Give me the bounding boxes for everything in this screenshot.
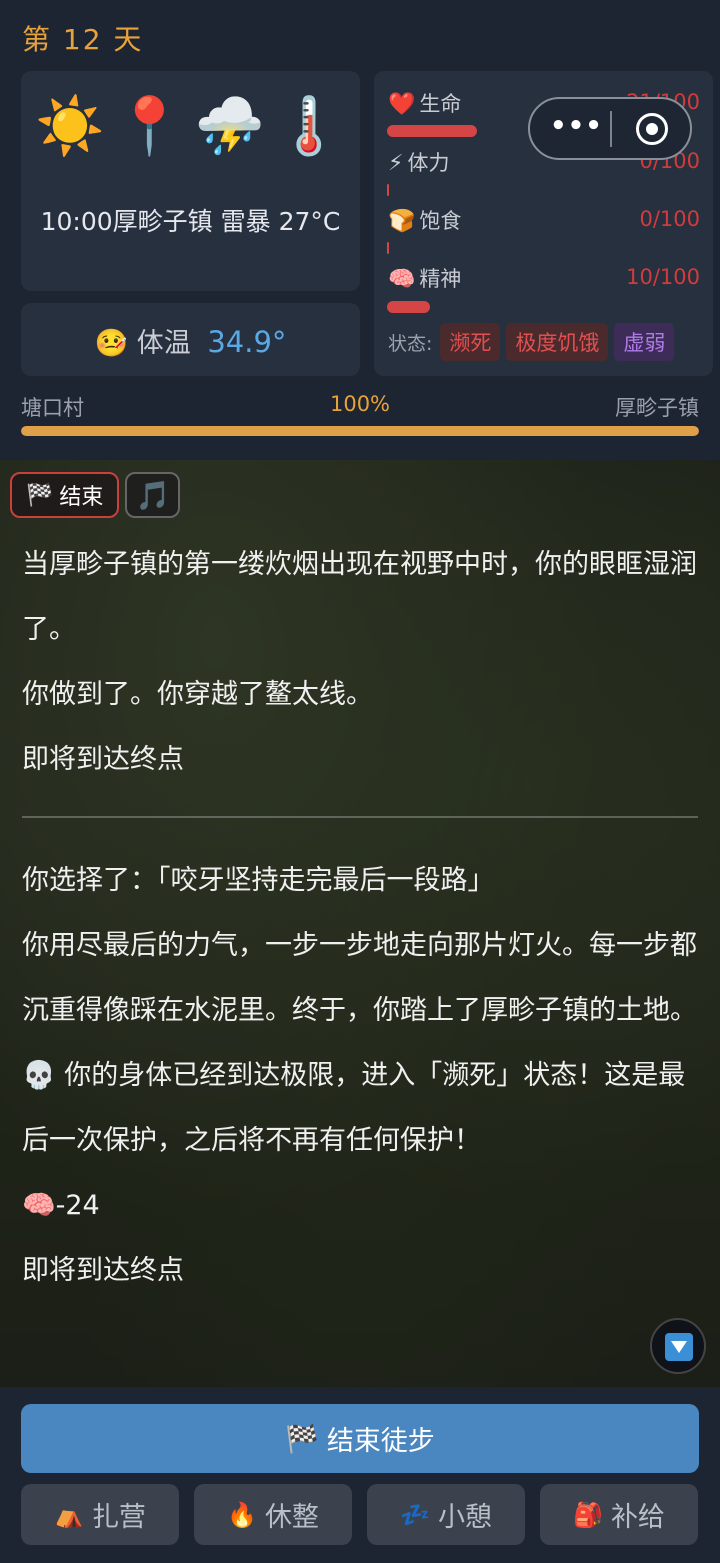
health-bar [387,125,477,137]
story-paragraph: 🧠-24 [22,1190,100,1221]
story-paragraph: 你用尽最后的力气，一步一步地走向那片灯火。每一步都沉重得像踩在水泥里。终于，你踏… [22,930,697,1026]
more-options-icon[interactable]: ••• [550,111,603,141]
story-paragraph: 你做到了。你穿越了鳌太线。 [22,679,373,710]
weather-condition: 雷暴 [220,207,271,236]
spirit-bar [387,301,430,313]
close-target-icon[interactable] [636,113,668,145]
stat-label: 精神 [419,267,462,291]
fire-icon: 🔥 [227,1500,257,1529]
story-paragraph: 即将到达终点 [22,744,184,775]
bread-icon: 🍞 [388,209,416,234]
tent-icon: ⛺ [54,1500,84,1529]
status-effects: 状态: 濒死 极度饥饿 虚弱 [388,323,675,361]
sun-icon: ☀️ [35,94,105,159]
thermometer-icon: 🌡️ [274,94,344,159]
status-label: 状态: [388,332,433,355]
camp-button[interactable]: ⛺ 扎营 [21,1484,179,1545]
route-progress-bar [21,426,699,436]
capsule-divider [610,111,612,147]
stat-value: 0/100 [639,207,700,231]
stat-label: 体力 [407,151,450,175]
stat-satiety: 🍞 饱食 0/100 [388,205,700,235]
end-chip-label: 结束 [59,485,104,510]
music-button[interactable]: 🎵 [125,472,181,518]
time-location: 10:00厚畛子镇 [40,207,213,236]
nap-label: 小憩 [437,1502,492,1533]
end-hike-button[interactable]: 🏁 结束徒步 [21,1404,699,1473]
status-header: 第 12 天 ☀️ 📍 ⛈️ 🌡️ 10:00厚畛子镇 雷暴 27°C 🤒 体温… [0,0,720,455]
thunderstorm-icon: ⛈️ [194,94,265,159]
checkered-flag-icon: 🏁 [26,482,54,508]
end-hike-label: 结束徒步 [326,1426,435,1457]
story-paragraph: 即将到达终点 [22,1255,184,1286]
story-paragraph: 当厚畛子镇的第一缕炊烟出现在视野中时，你的眼眶湿润了。 [22,549,697,645]
weather-info: 10:00厚畛子镇 雷暴 27°C [21,203,360,241]
heart-icon: ❤️ [388,92,416,117]
story-divider [22,816,698,818]
lightning-icon: ⚡ [388,151,404,176]
satiety-bar [387,242,389,254]
backpack-icon: 🎒 [573,1500,603,1529]
weather-card: ☀️ 📍 ⛈️ 🌡️ 10:00厚畛子镇 雷暴 27°C [21,71,360,291]
route-percent: 100% [329,392,391,416]
supply-button[interactable]: 🎒 补给 [540,1484,698,1545]
stat-spirit: 🧠 精神 10/100 [388,263,700,293]
stat-value: 10/100 [626,265,700,289]
story-paragraph: 💀 你的身体已经到达极限，进入「濒死」状态！这是最后一次保护，之后将不再有任何保… [22,1060,686,1156]
stamina-bar [387,184,389,196]
body-temp-value: 34.9° [207,325,287,359]
brain-icon: 🧠 [388,267,416,292]
feverish-face-icon: 🤒 [94,328,129,359]
temperature: 27°C [278,207,341,236]
rest-button[interactable]: 🔥 休整 [194,1484,352,1545]
rest-label: 休整 [264,1502,319,1533]
scroll-down-button[interactable] [650,1318,706,1374]
route-destination: 厚畛子镇 [615,396,699,420]
body-temperature-card: 🤒 体温 34.9° [21,303,360,376]
end-chip-button[interactable]: 🏁 结束 [10,472,120,518]
action-bar: 🏁 结束徒步 ⛺ 扎营 🔥 休整 💤 小憩 🎒 补给 [0,1387,720,1563]
down-arrow-icon [665,1333,693,1361]
checkered-flag-icon: 🏁 [285,1423,319,1455]
status-badge: 虚弱 [614,323,675,361]
miniprogram-capsule: ••• [528,97,692,160]
location-pin-icon: 📍 [114,94,185,159]
music-note-icon: 🎵 [135,478,171,512]
nap-button[interactable]: 💤 小憩 [367,1484,525,1545]
day-counter: 第 12 天 [22,23,144,56]
story-panel[interactable]: 🏁 结束 🎵 当厚畛子镇的第一缕炊烟出现在视野中时，你的眼眶湿润了。 你做到了。… [0,460,720,1387]
body-temp-label: 体温 [136,328,191,359]
supply-label: 补给 [610,1502,665,1533]
sleep-icon: 💤 [400,1500,430,1529]
story-text: 当厚畛子镇的第一缕炊烟出现在视野中时，你的眼眶湿润了。 你做到了。你穿越了鳌太线… [22,532,702,1303]
camp-label: 扎营 [91,1502,146,1533]
status-badge: 极度饥饿 [506,323,609,361]
route-info: 塘口村 100% 厚畛子镇 [21,392,699,420]
route-progress-fill [21,426,699,436]
story-paragraph: 你选择了：「咬牙坚持走完最后一段路」 [22,865,495,896]
status-badge: 濒死 [440,323,501,361]
stat-label: 饱食 [419,209,462,233]
stat-label: 生命 [419,92,462,116]
